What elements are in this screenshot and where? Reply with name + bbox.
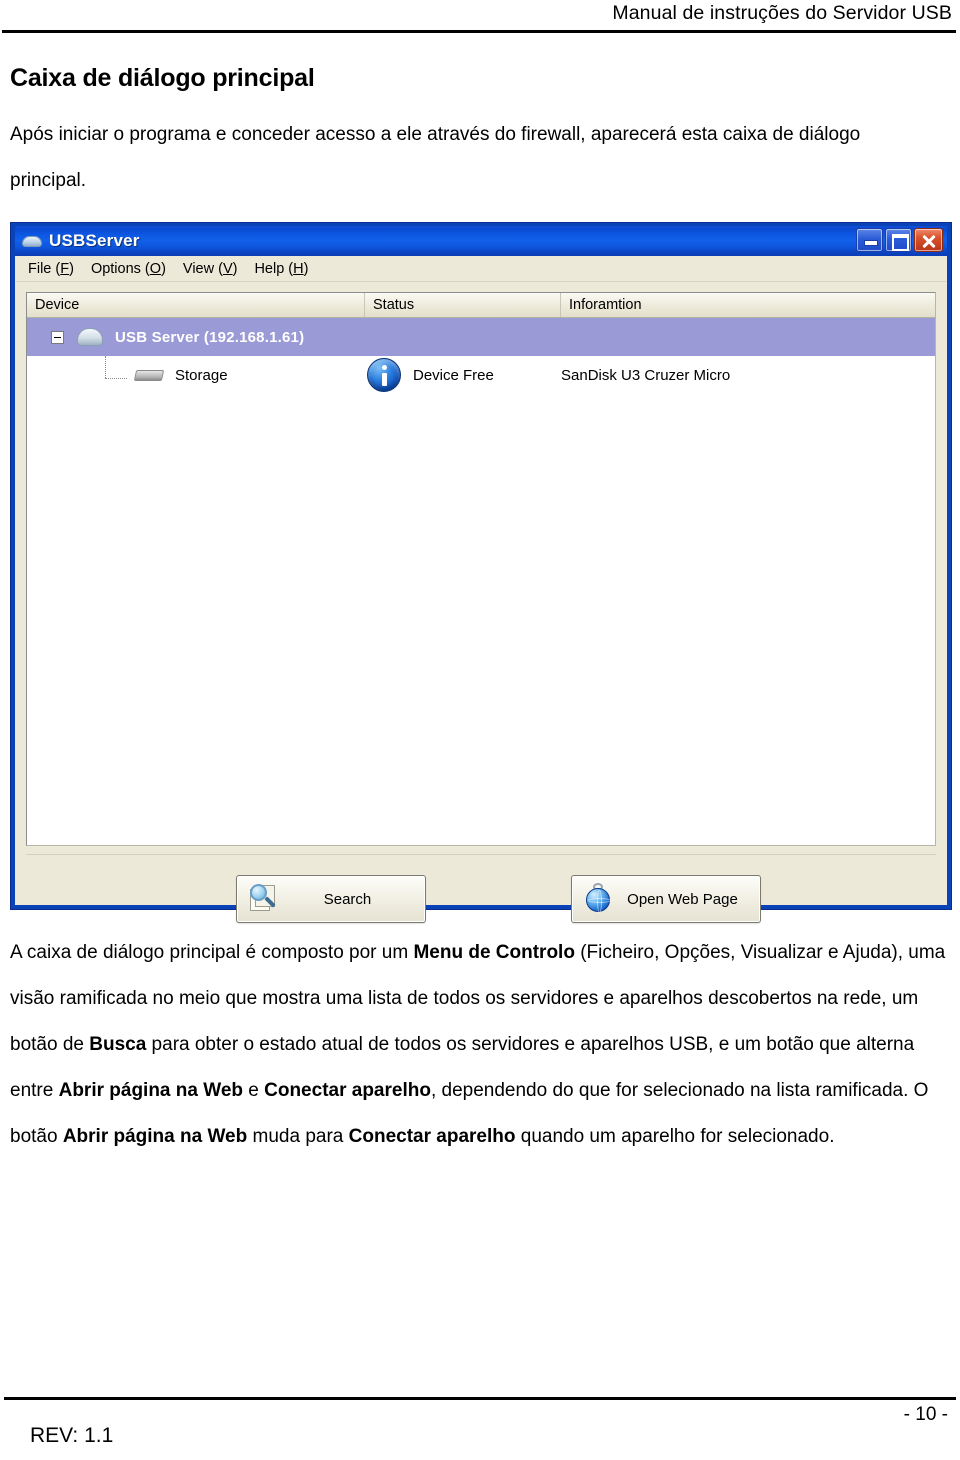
p1-b: Menu de Controlo <box>413 942 575 963</box>
p1-k: muda para <box>247 1126 349 1147</box>
window-button-strip: Search Open Web Page <box>26 854 936 932</box>
body-paragraph: A caixa de diálogo principal é composto … <box>10 930 946 1160</box>
p1-g: e <box>243 1080 265 1101</box>
row-status-cell: Device Free <box>365 358 561 392</box>
window-body: File (F) Options (O) View (V) Help (H) D… <box>15 256 947 923</box>
intro-paragraph: Após iniciar o programa e conceder acess… <box>10 124 861 191</box>
document-page: Manual de instruções do Servidor USB Cai… <box>0 0 960 1460</box>
menu-file-mnemonic: F <box>60 260 70 277</box>
menu-options-mnemonic: O <box>149 260 162 277</box>
menu-options-text: Options ( <box>90 260 150 277</box>
window-title: USBServer <box>49 231 140 250</box>
menu-view-text: View ( <box>182 260 223 277</box>
footer-divider <box>4 1397 956 1400</box>
search-button-label: Search <box>323 890 372 908</box>
menu-options-tail: ) <box>161 260 166 277</box>
page-title: Caixa de diálogo principal <box>10 64 315 92</box>
table-row[interactable]: USB Server (192.168.1.61) <box>27 318 935 356</box>
tree-column-headers: Device Status Inforamtion <box>27 293 935 318</box>
p1-l: Conectar aparelho <box>348 1126 516 1147</box>
menu-item-help[interactable]: Help (H) <box>248 259 319 279</box>
menu-help-mnemonic: H <box>293 260 304 277</box>
row-status-label: Device Free <box>413 366 494 384</box>
row-device-cell: USB Server (192.168.1.61) <box>27 326 365 348</box>
search-icon <box>246 883 280 915</box>
p1-j: Abrir página na Web <box>62 1126 248 1147</box>
menu-item-options[interactable]: Options (O) <box>85 259 177 279</box>
server-dome-icon <box>21 232 43 250</box>
minimize-button[interactable] <box>856 228 883 252</box>
p1-a: A caixa de diálogo principal é composto … <box>10 942 414 963</box>
row-information-cell: SanDisk U3 Cruzer Micro <box>561 366 731 384</box>
running-header: Manual de instruções do Servidor USB <box>612 2 952 24</box>
info-icon <box>367 358 401 392</box>
column-header-status[interactable]: Status <box>365 293 561 317</box>
open-web-page-button[interactable]: Open Web Page <box>571 875 761 923</box>
row-device-cell: Storage <box>27 366 365 384</box>
globe-icon <box>583 883 615 915</box>
menu-help-tail: ) <box>303 260 309 277</box>
header-divider <box>2 30 956 34</box>
window-controls <box>856 228 943 252</box>
revision-label: REV: 1.1 <box>30 1424 114 1447</box>
storage-icon <box>133 366 165 384</box>
column-header-information[interactable]: Inforamtion <box>561 293 935 317</box>
menu-view-tail: ) <box>232 260 238 277</box>
p1-f: Abrir página na Web <box>58 1080 243 1101</box>
column-header-device[interactable]: Device <box>27 293 365 317</box>
server-icon <box>75 326 105 348</box>
close-button[interactable] <box>914 228 943 252</box>
row-device-label: Storage <box>175 366 228 384</box>
menu-help-text: Help ( <box>254 260 294 277</box>
device-tree-panel[interactable]: Device Status Inforamtion USB Server (19… <box>26 292 936 846</box>
p1-d: Busca <box>89 1034 147 1055</box>
menu-bar: File (F) Options (O) View (V) Help (H) <box>16 256 946 282</box>
row-device-label: USB Server (192.168.1.61) <box>115 328 305 346</box>
p1-h: Conectar aparelho <box>264 1080 431 1101</box>
menu-item-file[interactable]: File (F) <box>22 259 85 279</box>
menu-file-tail: ) <box>69 260 74 277</box>
menu-file-text: File ( <box>28 260 61 277</box>
tree-rows: USB Server (192.168.1.61) Storage Device… <box>27 318 935 394</box>
usbserver-window: USBServer File (F) Options (O) View (V) … <box>10 222 952 923</box>
menu-view-mnemonic: V <box>222 260 233 277</box>
tree-expander-icon[interactable] <box>51 331 64 344</box>
search-button[interactable]: Search <box>236 875 426 923</box>
open-web-page-button-label: Open Web Page <box>627 890 738 908</box>
table-row[interactable]: Storage Device Free SanDisk U3 Cruzer Mi… <box>27 356 935 394</box>
page-number: - 10 - <box>903 1404 948 1425</box>
p1-m: quando um aparelho for selecionado. <box>515 1126 835 1147</box>
menu-item-view[interactable]: View (V) <box>177 259 249 279</box>
window-titlebar[interactable]: USBServer <box>15 226 947 256</box>
maximize-button[interactable] <box>885 228 912 252</box>
